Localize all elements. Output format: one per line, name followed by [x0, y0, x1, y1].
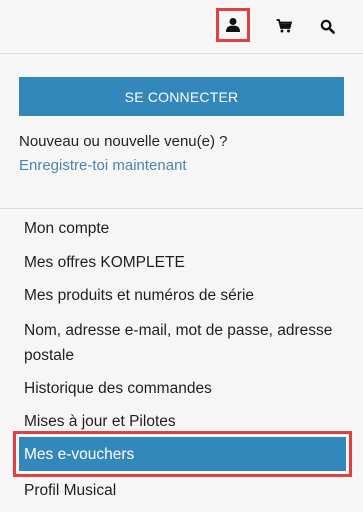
menu-item-offres-komplete[interactable]: Mes offres KOMPLETE: [24, 250, 185, 275]
account-button[interactable]: [216, 8, 250, 42]
menu-item-mon-compte[interactable]: Mon compte: [24, 216, 109, 241]
menu-item-nom-adresse[interactable]: Nom, adresse e-mail, mot de passe, adres…: [24, 318, 344, 368]
menu-item-e-vouchers-label: Mes e-vouchers: [19, 437, 346, 471]
menu-item-e-vouchers[interactable]: Mes e-vouchers: [13, 431, 352, 477]
menu-item-historique-commandes[interactable]: Historique des commandes: [24, 376, 212, 401]
new-user-question: Nouveau ou nouvelle venu(e) ?: [19, 133, 228, 150]
cart-icon: [276, 19, 292, 33]
search-icon: [320, 19, 335, 34]
connect-button[interactable]: SE CONNECTER: [19, 77, 344, 116]
search-button[interactable]: [311, 10, 343, 42]
top-bar: [0, 0, 363, 54]
menu-item-profil-musical[interactable]: Profil Musical: [24, 478, 116, 503]
cart-button[interactable]: [268, 10, 300, 42]
register-link[interactable]: Enregistre-toi maintenant: [19, 157, 187, 174]
menu-divider: [0, 208, 363, 211]
user-icon: [226, 18, 240, 32]
menu-item-produits-series[interactable]: Mes produits et numéros de série: [24, 283, 254, 308]
